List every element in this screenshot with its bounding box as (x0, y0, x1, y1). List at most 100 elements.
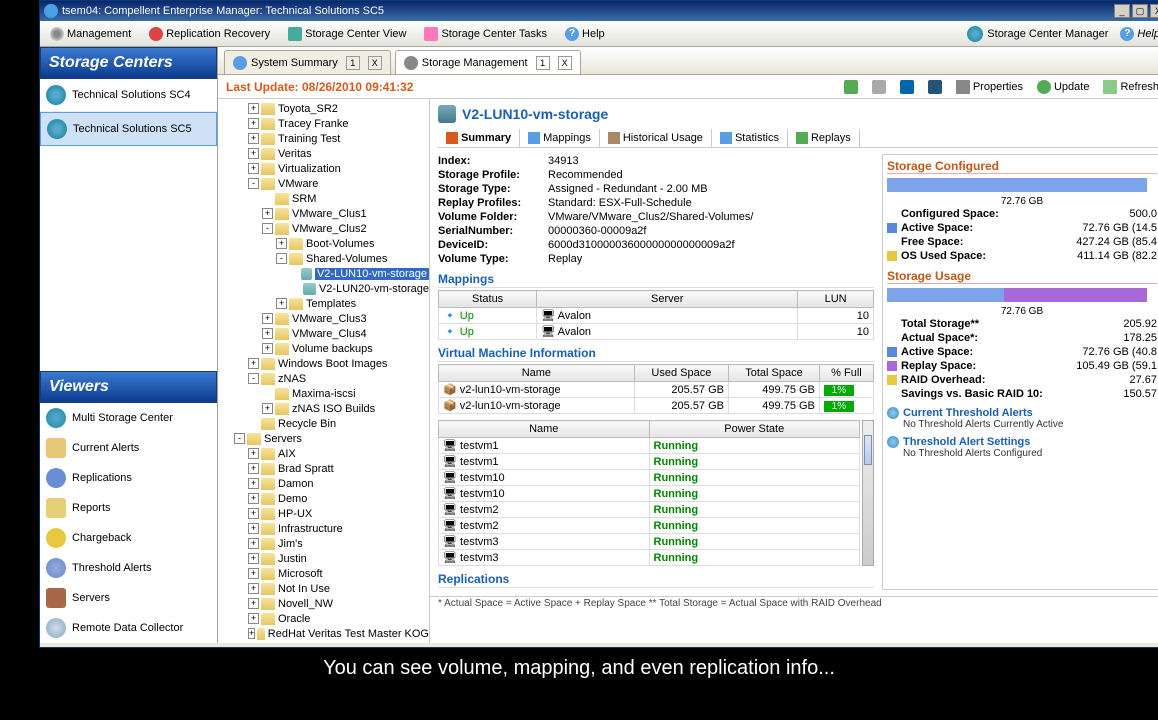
subtab-mappings[interactable]: Mappings (520, 129, 600, 147)
save-button[interactable] (925, 78, 945, 96)
minimize-button[interactable]: _ (1114, 4, 1130, 18)
expander-icon[interactable]: + (248, 118, 259, 129)
tree-node[interactable]: +Justin (218, 551, 429, 566)
table-row[interactable]: 🖥 testvm2Running (439, 518, 860, 534)
subtab-statistics[interactable]: Statistics (712, 129, 788, 147)
expander-icon[interactable]: + (262, 208, 273, 219)
tree-node[interactable]: +VMware_Clus1 (218, 206, 429, 221)
expander-icon[interactable]: + (248, 568, 259, 579)
table-row[interactable]: 🖥 testvm3Running (439, 550, 860, 566)
viewer-item[interactable]: Chargeback (40, 523, 217, 553)
col-total[interactable]: Total Space (729, 365, 820, 382)
tree-node[interactable]: +Jim's (218, 536, 429, 551)
current-threshold-alerts[interactable]: Current Threshold Alerts (887, 407, 1157, 419)
expander-icon[interactable]: - (262, 223, 273, 234)
expander-icon[interactable]: + (248, 148, 259, 159)
expander-icon[interactable]: + (262, 313, 273, 324)
col-pct[interactable]: % Full (819, 365, 873, 382)
expander-icon[interactable]: + (248, 538, 259, 549)
expander-icon[interactable]: + (262, 328, 273, 339)
tree-node[interactable]: +Virtualization (218, 161, 429, 176)
tab-number[interactable]: 1 (536, 56, 550, 70)
tree-node[interactable]: -VMware (218, 176, 429, 191)
viewer-item[interactable]: Servers (40, 583, 217, 613)
expander-icon[interactable]: + (248, 628, 255, 639)
tree-node[interactable]: +Demo (218, 491, 429, 506)
col-name[interactable]: Name (439, 365, 635, 382)
tree-node[interactable]: +Veritas (218, 146, 429, 161)
tree-node[interactable]: -zNAS (218, 371, 429, 386)
expander-icon[interactable]: + (248, 163, 259, 174)
tab-system-summary[interactable]: System Summary1X (224, 50, 391, 74)
col-power[interactable]: Power State (649, 421, 860, 438)
monitor-button[interactable] (897, 78, 917, 96)
col-name[interactable]: Name (439, 421, 650, 438)
threshold-alert-settings[interactable]: Threshold Alert Settings (887, 436, 1157, 448)
menu-help-right[interactable]: ?Help (1116, 25, 1158, 43)
tree-node[interactable]: +zNAS ISO Builds (218, 401, 429, 416)
tree-node[interactable]: +Brad Spratt (218, 461, 429, 476)
expander-icon[interactable]: + (248, 508, 259, 519)
table-row[interactable]: 📦 v2-lun10-vm-storage205.57 GB499.75 GB1… (439, 382, 874, 398)
subtab-historical[interactable]: Historical Usage (600, 129, 712, 147)
sc-item-sc4[interactable]: Technical Solutions SC4 (40, 79, 217, 112)
tree-node[interactable]: +Tracey Franke (218, 116, 429, 131)
tree-node[interactable]: -Servers (218, 431, 429, 446)
viewer-item[interactable]: Remote Data Collector (40, 613, 217, 643)
col-lun[interactable]: LUN (798, 291, 874, 308)
tree-node[interactable]: Recycle Bin (218, 416, 429, 431)
tree-node[interactable]: +Templates (218, 296, 429, 311)
viewer-item[interactable]: Current Alerts (40, 433, 217, 463)
nav-back-button[interactable] (841, 78, 861, 96)
expander-icon[interactable]: + (248, 553, 259, 564)
expander-icon[interactable]: + (248, 583, 259, 594)
tree-node[interactable]: V2-LUN10-vm-storage (218, 266, 429, 281)
tree-node[interactable]: +Volume backups (218, 341, 429, 356)
table-row[interactable]: 📦 v2-lun10-vm-storage205.57 GB499.75 GB1… (439, 398, 874, 414)
tree-node[interactable]: +Damon (218, 476, 429, 491)
tree-node[interactable]: SRM (218, 191, 429, 206)
scroll-thumb[interactable] (864, 435, 872, 465)
table-row[interactable]: 🖥 testvm3Running (439, 534, 860, 550)
scrollbar[interactable] (862, 420, 874, 566)
tree-node[interactable]: +HP-UX (218, 506, 429, 521)
tab-close-icon[interactable]: X (558, 56, 572, 70)
expander-icon[interactable]: + (248, 478, 259, 489)
tree-pane[interactable]: +Toyota_SR2+Tracey Franke+Training Test+… (218, 99, 430, 643)
tab-close-icon[interactable]: X (368, 56, 382, 70)
table-row[interactable]: 🖥 testvm2Running (439, 502, 860, 518)
tree-node[interactable]: +Oracle (218, 611, 429, 626)
subtab-replays[interactable]: Replays (788, 129, 860, 147)
tree-node[interactable]: +AIX (218, 446, 429, 461)
refresh-button[interactable]: Refresh (1100, 78, 1158, 96)
expander-icon[interactable]: + (248, 523, 259, 534)
sc-item-sc5[interactable]: Technical Solutions SC5 (40, 112, 217, 146)
table-row[interactable]: 🖥 testvm10Running (439, 486, 860, 502)
maximize-button[interactable]: ▢ (1132, 4, 1148, 18)
nav-forward-button[interactable] (869, 78, 889, 96)
tree-node[interactable]: -Shared-Volumes (218, 251, 429, 266)
expander-icon[interactable]: - (248, 178, 259, 189)
viewer-item[interactable]: Reports (40, 493, 217, 523)
tree-node[interactable]: +RemoteSystems (218, 641, 429, 643)
tree-node[interactable]: +Infrastructure (218, 521, 429, 536)
viewer-item[interactable]: Multi Storage Center (40, 403, 217, 433)
tab-storage-management[interactable]: Storage Management1X (395, 50, 581, 74)
tree-node[interactable]: +Boot-Volumes (218, 236, 429, 251)
expander-icon[interactable]: + (248, 358, 259, 369)
expander-icon[interactable]: + (248, 598, 259, 609)
tree-node[interactable]: +Toyota_SR2 (218, 101, 429, 116)
expander-icon[interactable]: + (248, 493, 259, 504)
tab-number[interactable]: 1 (346, 56, 360, 70)
col-server[interactable]: Server (537, 291, 798, 308)
tree-node[interactable]: +RedHat Veritas Test Master KOG (218, 626, 429, 641)
table-row[interactable]: 🔹 Up🖥 Avalon10 (439, 324, 874, 340)
tree-node[interactable]: +Not In Use (218, 581, 429, 596)
menu-sc-tasks[interactable]: Storage Center Tasks (420, 25, 551, 43)
tree-node[interactable]: +Novell_NW (218, 596, 429, 611)
table-row[interactable]: 🔹 Up🖥 Avalon10 (439, 308, 874, 324)
menu-management[interactable]: Management (46, 25, 135, 43)
expander-icon[interactable]: + (248, 613, 259, 624)
col-status[interactable]: Status (439, 291, 537, 308)
tree-node[interactable]: V2-LUN20-vm-storage (218, 281, 429, 296)
